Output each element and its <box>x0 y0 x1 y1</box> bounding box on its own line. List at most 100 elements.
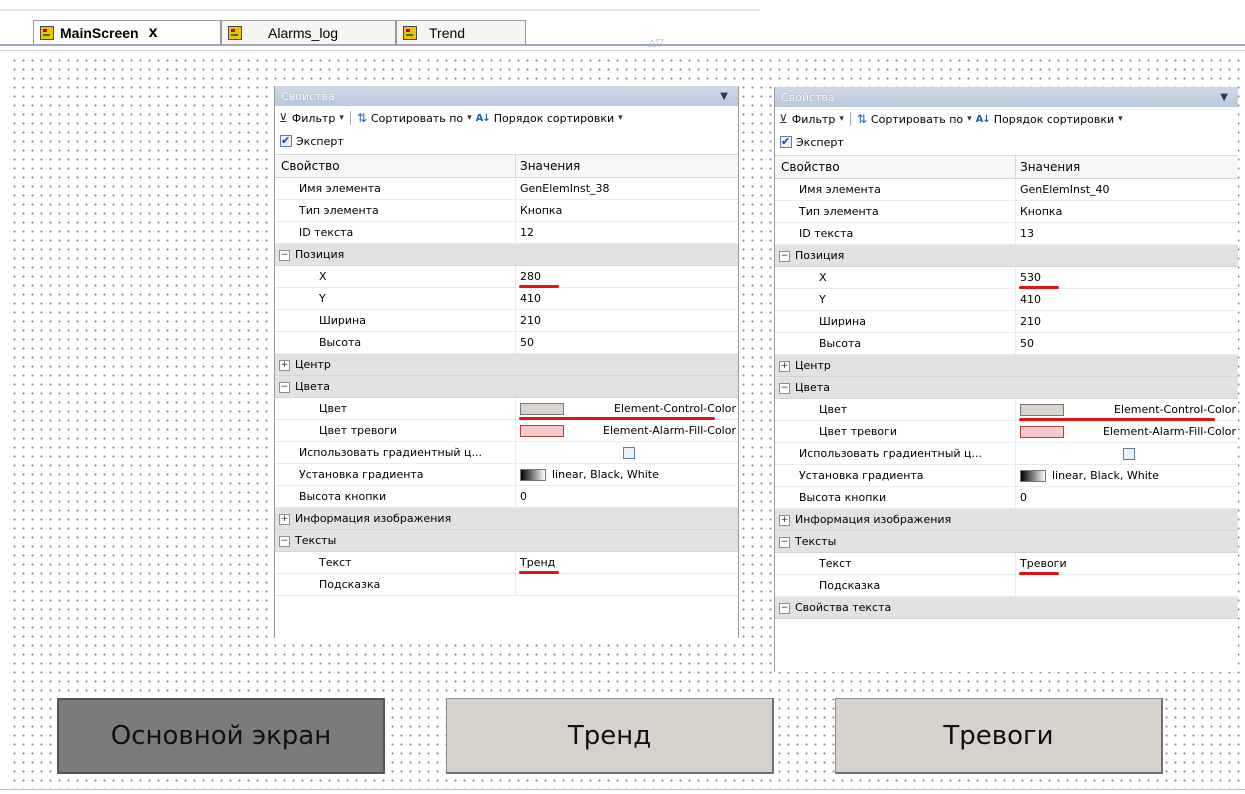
property-row[interactable]: Подсказка <box>775 575 1238 597</box>
collapse-icon[interactable]: − <box>779 536 790 548</box>
expert-toggle[interactable]: Эксперт <box>775 131 1238 153</box>
property-value[interactable]: 280 <box>515 266 738 287</box>
property-row[interactable]: Цвет Element-Control-Color <box>275 398 738 420</box>
sort-order-button[interactable]: Порядок сортировки <box>494 112 614 125</box>
property-row[interactable]: Ширина 210 <box>275 310 738 332</box>
property-value[interactable]: Element-Control-Color <box>515 398 738 419</box>
expert-checkbox[interactable] <box>280 134 292 147</box>
main-screen-button[interactable]: Основной экран <box>57 698 385 774</box>
property-row[interactable]: Y 410 <box>275 288 738 310</box>
collapse-icon[interactable]: − <box>279 535 290 547</box>
property-row[interactable]: Использовать градиентный ц... <box>775 443 1238 465</box>
property-row[interactable]: Цвет тревоги Element-Alarm-Fill-Color <box>275 420 738 442</box>
property-row[interactable]: Подсказка <box>275 574 738 596</box>
expert-checkbox[interactable] <box>780 135 792 148</box>
trend-button[interactable]: Тренд <box>446 698 774 774</box>
property-value[interactable]: GenElemInst_38 <box>515 178 738 199</box>
alarms-button[interactable]: Тревоги <box>835 698 1163 774</box>
property-value[interactable]: Тренд <box>515 552 738 573</box>
property-group[interactable]: + Центр <box>775 355 1238 377</box>
property-row[interactable]: Цвет тревоги Element-Alarm-Fill-Color <box>775 421 1238 443</box>
property-row[interactable]: Использовать градиентный ц... <box>275 442 738 464</box>
tab-alarms-log[interactable]: Alarms_log <box>221 20 396 44</box>
property-group[interactable]: + Информация изображения <box>775 509 1238 531</box>
property-value[interactable]: 410 <box>515 288 738 309</box>
chevron-down-icon[interactable]: ▾ <box>839 114 844 124</box>
property-value[interactable]: 13 <box>1015 223 1238 244</box>
property-row[interactable]: Установка градиента linear, Black, White <box>275 464 738 486</box>
tab-trend[interactable]: Trend <box>396 20 526 44</box>
filter-button[interactable]: Фильтр <box>292 112 336 125</box>
property-group[interactable]: + Информация изображения <box>275 508 738 530</box>
panel-menu-icon[interactable]: ▼ <box>1220 92 1228 103</box>
expand-icon[interactable]: + <box>779 360 790 372</box>
collapse-icon[interactable]: − <box>779 250 790 262</box>
property-value[interactable]: 530 <box>1015 267 1238 288</box>
property-value[interactable]: Кнопка <box>1015 201 1238 222</box>
filter-button[interactable]: Фильтр <box>792 113 836 126</box>
chevron-down-icon[interactable]: ▾ <box>467 113 472 123</box>
property-value[interactable]: 12 <box>515 222 738 243</box>
property-row[interactable]: Тип элемента Кнопка <box>775 201 1238 223</box>
property-row[interactable]: Имя элемента GenElemInst_40 <box>775 179 1238 201</box>
expert-toggle[interactable]: Эксперт <box>275 130 738 152</box>
property-row[interactable]: X 530 <box>775 267 1238 289</box>
property-group[interactable]: − Свойства текста <box>775 597 1238 619</box>
property-row[interactable]: ID текста 12 <box>275 222 738 244</box>
panel-menu-icon[interactable]: ▼ <box>720 91 728 102</box>
property-group[interactable]: − Цвета <box>275 376 738 398</box>
property-row[interactable]: Установка градиента linear, Black, White <box>775 465 1238 487</box>
property-value[interactable]: linear, Black, White <box>1015 465 1238 486</box>
property-row[interactable]: Имя элемента GenElemInst_38 <box>275 178 738 200</box>
property-row[interactable]: Y 410 <box>775 289 1238 311</box>
property-row[interactable]: Высота кнопки 0 <box>775 487 1238 509</box>
collapse-icon[interactable]: − <box>779 382 790 394</box>
property-value[interactable]: Тревоги <box>1015 553 1238 574</box>
gradient-checkbox[interactable] <box>623 446 635 459</box>
property-value[interactable]: 50 <box>515 332 738 353</box>
chevron-down-icon[interactable]: ▾ <box>967 114 972 124</box>
property-value[interactable]: 0 <box>515 486 738 507</box>
property-value[interactable]: 0 <box>1015 487 1238 508</box>
gradient-checkbox[interactable] <box>1123 447 1135 460</box>
property-row[interactable]: X 280 <box>275 266 738 288</box>
property-value[interactable] <box>1015 575 1238 596</box>
property-value[interactable]: Element-Alarm-Fill-Color <box>1015 421 1238 442</box>
property-group[interactable]: − Позиция <box>275 244 738 266</box>
property-value[interactable]: GenElemInst_40 <box>1015 179 1238 200</box>
property-value[interactable]: Element-Alarm-Fill-Color <box>515 420 738 441</box>
close-icon[interactable]: x <box>149 24 158 40</box>
chevron-down-icon[interactable]: ▾ <box>618 113 623 123</box>
property-group[interactable]: − Тексты <box>275 530 738 552</box>
property-group[interactable]: − Цвета <box>775 377 1238 399</box>
sort-by-button[interactable]: Сортировать по <box>371 112 463 125</box>
expand-icon[interactable]: + <box>279 359 290 371</box>
property-row[interactable]: Тип элемента Кнопка <box>275 200 738 222</box>
property-group[interactable]: − Позиция <box>775 245 1238 267</box>
expand-icon[interactable]: + <box>779 514 790 526</box>
chevron-down-icon[interactable]: ▾ <box>339 113 344 123</box>
chevron-down-icon[interactable]: ▾ <box>1118 114 1123 124</box>
sort-order-button[interactable]: Порядок сортировки <box>994 113 1114 126</box>
property-row[interactable]: Текст Тревоги <box>775 553 1238 575</box>
sort-by-button[interactable]: Сортировать по <box>871 113 963 126</box>
property-row[interactable]: ID текста 13 <box>775 223 1238 245</box>
collapse-icon[interactable]: − <box>279 381 290 393</box>
property-value[interactable]: Кнопка <box>515 200 738 221</box>
property-row[interactable]: Высота кнопки 0 <box>275 486 738 508</box>
property-row[interactable]: Высота 50 <box>775 333 1238 355</box>
property-value[interactable] <box>515 574 738 595</box>
property-value[interactable] <box>515 442 738 463</box>
property-value[interactable]: 410 <box>1015 289 1238 310</box>
property-value[interactable]: Element-Control-Color <box>1015 399 1238 420</box>
property-row[interactable]: Ширина 210 <box>775 311 1238 333</box>
property-group[interactable]: + Центр <box>275 354 738 376</box>
collapse-icon[interactable]: − <box>779 602 790 614</box>
property-value[interactable]: 210 <box>515 310 738 331</box>
property-row[interactable]: Текст Тренд <box>275 552 738 574</box>
collapse-icon[interactable]: − <box>279 249 290 261</box>
tab-mainscreen[interactable]: MainScreen x <box>33 20 221 44</box>
property-value[interactable] <box>1015 443 1238 464</box>
property-value[interactable]: 210 <box>1015 311 1238 332</box>
property-value[interactable]: linear, Black, White <box>515 464 738 485</box>
